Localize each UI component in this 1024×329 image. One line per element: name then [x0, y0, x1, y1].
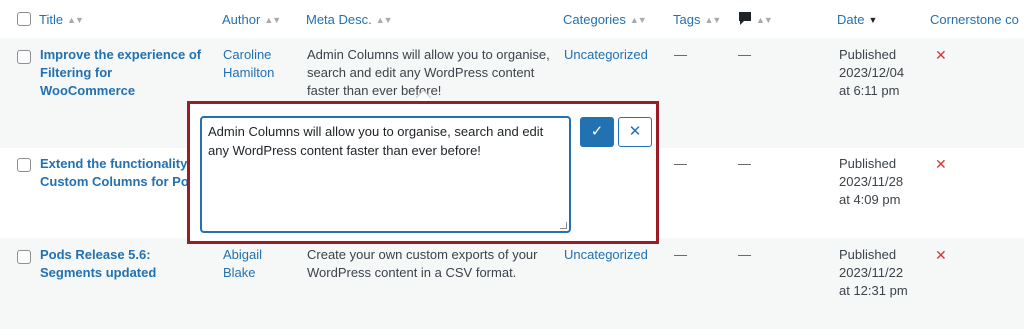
sort-icon: ▲▼ [67, 15, 84, 25]
checkmark-icon: ✓ [590, 123, 604, 140]
meta-desc-cell[interactable]: Create your own custom exports of your W… [307, 246, 557, 282]
resize-handle[interactable] [560, 222, 567, 229]
cancel-button[interactable]: ✕ [618, 117, 652, 147]
post-title-link[interactable]: Improve the experience of Filtering for … [40, 46, 210, 100]
table-row: Pods Release 5.6: Segments updated Abiga… [0, 238, 1024, 329]
author-link[interactable]: Abigail Blake [223, 246, 262, 282]
row-checkbox[interactable] [17, 158, 31, 172]
author-link[interactable]: Caroline Hamilton [223, 46, 274, 82]
comment-bubble-icon [739, 12, 751, 25]
sort-icon: ▲▼ [629, 15, 647, 25]
date-cell: Published 2023/11/28 at 4:09 pm [839, 156, 904, 207]
column-cornerstone-header[interactable]: Cornerstone co [930, 12, 1019, 27]
column-date-header[interactable]: Date ▼ [837, 12, 877, 27]
tags-value: — [674, 156, 687, 171]
column-categories-header[interactable]: Categories ▲▼ [563, 12, 647, 27]
column-author-header[interactable]: Author ▲▼ [222, 12, 281, 27]
meta-desc-cell[interactable]: Admin Columns will allow you to organise… [307, 46, 557, 100]
date-cell: Published 2023/12/04 at 6:11 pm [839, 47, 905, 98]
close-icon: ✕ [628, 123, 642, 140]
cornerstone-no-icon: ✕ [935, 247, 947, 263]
posts-table: Title ▲▼ Author ▲▼ Meta Desc. ▲▼ Categories… [0, 0, 1024, 329]
tags-value: — [674, 247, 687, 262]
cornerstone-no-icon: ✕ [935, 156, 947, 172]
sort-icon: ▲▼ [264, 15, 281, 25]
date-cell: Published 2023/11/22 at 12:31 pm [839, 247, 908, 298]
column-title-header[interactable]: Title ▲▼ [39, 12, 84, 27]
cornerstone-no-icon: ✕ [935, 47, 947, 63]
meta-desc-textarea[interactable]: Admin Columns will allow you to organise… [200, 116, 571, 233]
row-checkbox[interactable] [17, 250, 31, 264]
post-title-link[interactable]: Extend the functionality Custom Columns … [40, 155, 210, 191]
row-checkbox[interactable] [17, 50, 31, 64]
sort-active-icon: ▼ [868, 15, 877, 25]
save-button[interactable]: ✓ [580, 117, 614, 147]
column-tags-header[interactable]: Tags ▲▼ [673, 12, 721, 27]
sort-icon: ▲▼ [375, 15, 393, 25]
column-comments-header[interactable]: ▲▼ [738, 11, 773, 27]
comments-value: — [738, 47, 751, 62]
table-header: Title ▲▼ Author ▲▼ Meta Desc. ▲▼ Categories… [0, 0, 1024, 39]
tags-value: — [674, 47, 687, 62]
inline-edit-popup: Admin Columns will allow you to organise… [187, 101, 659, 244]
select-all-checkbox[interactable] [17, 12, 31, 26]
sort-icon: ▲▼ [704, 15, 721, 25]
comments-value: — [738, 156, 751, 171]
sort-icon: ▲▼ [756, 15, 773, 25]
comments-value: — [738, 247, 751, 262]
category-link[interactable]: Uncategorized [564, 246, 648, 264]
column-meta-desc-header[interactable]: Meta Desc. ▲▼ [306, 12, 393, 27]
post-title-link[interactable]: Pods Release 5.6: Segments updated [40, 246, 210, 282]
category-link[interactable]: Uncategorized [564, 46, 648, 64]
